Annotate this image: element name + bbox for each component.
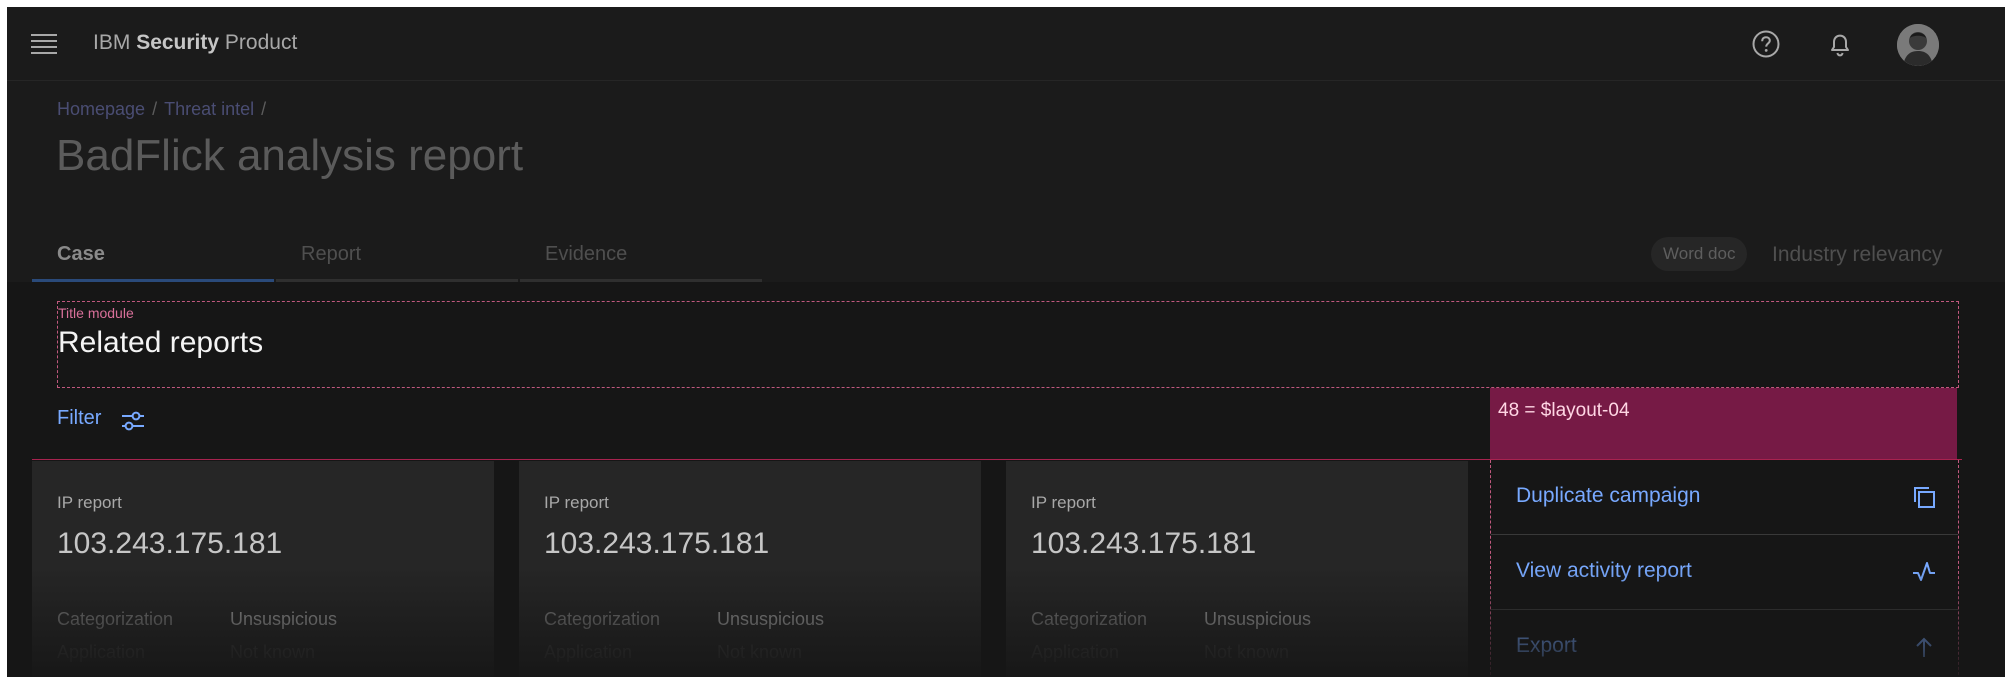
- brand-bold: Security: [136, 31, 220, 54]
- view-activity-report-action[interactable]: View activity report: [1491, 535, 1958, 610]
- card-ip-address: 103.243.175.181: [544, 527, 770, 560]
- filter-button[interactable]: Filter: [57, 407, 101, 430]
- card-field-label: Categorization: [544, 609, 661, 629]
- card-kind: IP report: [57, 493, 122, 512]
- breadcrumb-separator: /: [261, 99, 267, 119]
- card-kind: IP report: [544, 493, 609, 512]
- brand-prefix: IBM: [93, 31, 131, 54]
- card-field-label: Application: [57, 642, 146, 662]
- user-avatar-image: [1897, 24, 1939, 66]
- duplicate-campaign-action[interactable]: Duplicate campaign: [1491, 460, 1958, 535]
- activity-icon: [1913, 562, 1935, 581]
- word-doc-tag[interactable]: Word doc: [1651, 237, 1748, 271]
- tab-label: Evidence: [545, 243, 628, 265]
- action-list: Duplicate campaign View activity report …: [1490, 460, 1959, 677]
- help-icon[interactable]: [1751, 29, 1781, 59]
- card-field-value: Not known: [1204, 642, 1290, 662]
- menu-icon[interactable]: [31, 34, 57, 54]
- card-field-label: Application: [544, 642, 633, 662]
- breadcrumb-link-homepage[interactable]: Homepage: [57, 99, 145, 119]
- ip-report-card[interactable]: IP report 103.243.175.181 Categorization…: [519, 461, 981, 677]
- copy-icon: [1914, 487, 1935, 508]
- sliders-icon[interactable]: [121, 410, 145, 432]
- ip-report-card[interactable]: IP report 103.243.175.181 Categorization…: [32, 461, 494, 677]
- card-field-value: Not known: [717, 642, 803, 662]
- tab-report[interactable]: Report: [276, 229, 518, 282]
- title-module-spec-outline: Title module Related reports: [57, 301, 1959, 388]
- card-field-value: Unsuspicious: [717, 609, 825, 629]
- spacing-spec-text: 48 = $layout-04: [1498, 400, 1630, 421]
- tab-label: Case: [57, 243, 105, 265]
- card-field-label: Categorization: [57, 609, 174, 629]
- card-field-value: Unsuspicious: [1204, 609, 1312, 629]
- tab-label: Report: [301, 243, 362, 265]
- notification-icon[interactable]: [1825, 29, 1855, 59]
- spacing-spec-annotation: 48 = $layout-04: [1490, 388, 1957, 459]
- industry-relevancy-label: Industry relevancy: [1772, 243, 1943, 266]
- product-name[interactable]: IBM Security Product: [93, 31, 297, 55]
- avatar[interactable]: [1897, 24, 1939, 66]
- section-title: Related reports: [58, 326, 264, 359]
- card-field-value: Not known: [230, 642, 316, 662]
- breadcrumb-link-threat-intel[interactable]: Threat intel: [164, 99, 254, 119]
- action-label: Export: [1516, 634, 1577, 657]
- app-window: IBM Security Product Homepage / Threat int…: [7, 7, 2005, 677]
- action-label: Duplicate campaign: [1516, 484, 1701, 507]
- card-field-value: Unsuspicious: [230, 609, 338, 629]
- card-ip-address: 103.243.175.181: [1031, 527, 1257, 560]
- card-field-label: Application: [1031, 642, 1120, 662]
- top-header: IBM Security Product: [7, 7, 2005, 81]
- arrow-up-icon: [1916, 637, 1932, 657]
- page-header: Homepage / Threat intel / BadFlick analysis…: [7, 81, 2005, 282]
- tab-case[interactable]: Case: [32, 229, 274, 282]
- action-label: View activity report: [1516, 559, 1692, 582]
- card-ip-address: 103.243.175.181: [57, 527, 283, 560]
- spec-annotation-label: Title module: [58, 305, 134, 321]
- brand-suffix: Product: [224, 31, 298, 54]
- breadcrumb: Homepage / Threat intel /: [57, 99, 273, 120]
- export-action[interactable]: Export: [1491, 610, 1958, 677]
- ip-report-card[interactable]: IP report 103.243.175.181 Categorization…: [1006, 461, 1468, 677]
- card-kind: IP report: [1031, 493, 1096, 512]
- tab-evidence[interactable]: Evidence: [520, 229, 762, 282]
- breadcrumb-separator: /: [152, 99, 158, 119]
- page-title: BadFlick analysis report: [56, 131, 524, 180]
- card-field-label: Categorization: [1031, 609, 1148, 629]
